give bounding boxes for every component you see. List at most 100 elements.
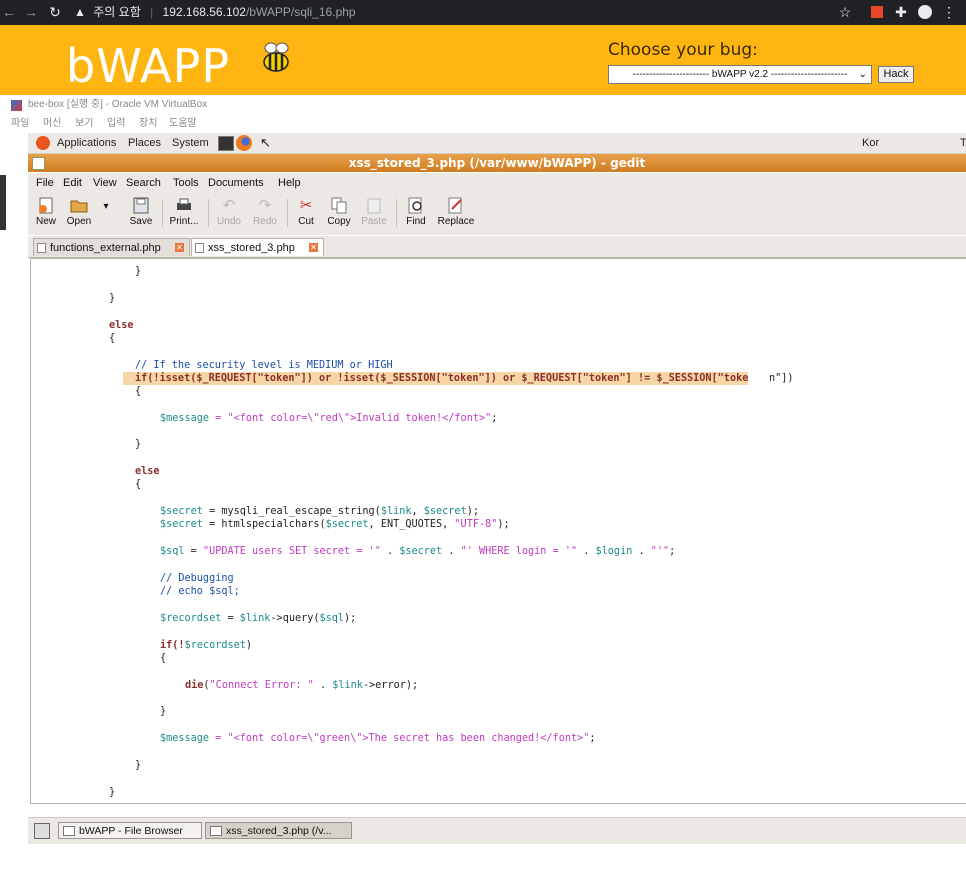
ubuntu-logo-icon[interactable] bbox=[36, 136, 50, 150]
code-editor[interactable]: } } else { // If the security level is M… bbox=[30, 258, 966, 804]
copy-button[interactable]: Copy bbox=[324, 195, 354, 233]
new-button[interactable]: New bbox=[31, 195, 61, 233]
hack-button[interactable]: Hack bbox=[878, 66, 914, 83]
code-text: ); bbox=[497, 519, 510, 530]
tab-label: xss_stored_3.php bbox=[208, 242, 295, 254]
paste-button[interactable]: Paste bbox=[358, 195, 390, 233]
code-line: // echo $sql; bbox=[160, 585, 240, 598]
menu-search[interactable]: Search bbox=[126, 173, 161, 193]
redo-icon: ↷ bbox=[258, 197, 272, 214]
code-var: $secret bbox=[423, 506, 467, 517]
code-line: $sql = "UPDATE users SET secret = '" . $… bbox=[160, 545, 675, 558]
redo-button[interactable]: ↷ Redo bbox=[250, 195, 280, 233]
code-text: . bbox=[577, 546, 596, 557]
vbox-menu-view[interactable]: 보기 bbox=[75, 115, 93, 133]
vbox-menu-devices[interactable]: 장치 bbox=[139, 115, 157, 133]
cut-button[interactable]: ✂ Cut bbox=[292, 195, 320, 233]
code-text: . bbox=[632, 546, 651, 557]
menu-file[interactable]: File bbox=[36, 173, 54, 193]
tab-functions-external[interactable]: functions_external.php ✕ bbox=[33, 238, 190, 256]
menu-help[interactable]: Help bbox=[278, 173, 301, 193]
code-line: $secret = htmlspecialchars($secret, ENT_… bbox=[160, 518, 510, 531]
back-icon[interactable]: ← bbox=[0, 3, 18, 21]
toolbar-separator bbox=[287, 199, 288, 227]
vbox-menu-help[interactable]: 도움말 bbox=[169, 115, 197, 133]
vbox-menu-machine[interactable]: 머신 bbox=[43, 115, 61, 133]
tab-xss-stored-3[interactable]: xss_stored_3.php ✕ bbox=[191, 238, 324, 256]
vbox-menu-input[interactable]: 입력 bbox=[107, 115, 125, 133]
cut-label: Cut bbox=[298, 216, 314, 227]
gedit-title-bar: xss_stored_3.php (/var/www/bWAPP) - gedi… bbox=[28, 154, 966, 172]
undo-button[interactable]: ↶ Undo bbox=[214, 195, 244, 233]
tab-label: functions_external.php bbox=[50, 242, 161, 254]
code-string: "'" bbox=[650, 546, 670, 557]
vbox-menubar: 파일 머신 보기 입력 장치 도움말 bbox=[6, 115, 966, 133]
menu-view[interactable]: View bbox=[93, 173, 117, 193]
firefox-icon[interactable] bbox=[236, 135, 252, 151]
menu-dots-icon[interactable]: ⋮ bbox=[940, 3, 958, 21]
bug-select[interactable]: ----------------------- bWAPP v2.2 -----… bbox=[608, 65, 872, 84]
code-line: { bbox=[135, 478, 141, 491]
taskbar-label: xss_stored_3.php (/v... bbox=[226, 825, 332, 837]
menu-edit[interactable]: Edit bbox=[63, 173, 82, 193]
code-text: } bbox=[135, 266, 142, 277]
code-line: } bbox=[109, 786, 115, 799]
replace-icon bbox=[448, 197, 462, 214]
print-button[interactable]: Print... bbox=[166, 195, 202, 233]
bug-select-value: ----------------------- bWAPP v2.2 -----… bbox=[632, 69, 848, 80]
panel-system[interactable]: System bbox=[172, 133, 209, 153]
code-text: n"]) bbox=[769, 373, 794, 384]
panel-places[interactable]: Places bbox=[128, 133, 161, 153]
open-button[interactable]: Open bbox=[64, 195, 94, 233]
url-path: /bWAPP/sqli_16.php bbox=[245, 5, 356, 19]
document-tabs: functions_external.php ✕ xss_stored_3.ph… bbox=[28, 236, 966, 258]
code-text: { bbox=[109, 333, 116, 344]
vbox-menu-file[interactable]: 파일 bbox=[11, 115, 29, 133]
mouse-cursor-icon: ↖ bbox=[260, 135, 271, 150]
forward-icon[interactable]: → bbox=[22, 3, 40, 21]
find-magnifier-icon bbox=[408, 197, 422, 214]
menu-tools[interactable]: Tools bbox=[173, 173, 199, 193]
copy-label: Copy bbox=[327, 216, 351, 227]
code-var: $login bbox=[595, 546, 633, 557]
code-var: $secret bbox=[160, 506, 203, 517]
address-bar[interactable]: ▲ 주의 요함 | 192.168.56.102/bWAPP/sqli_16.p… bbox=[74, 2, 874, 22]
terminal-icon[interactable] bbox=[218, 136, 234, 151]
open-label: Open bbox=[66, 216, 92, 227]
code-text: = htmlspecialchars( bbox=[202, 519, 326, 530]
code-text: ->query( bbox=[270, 613, 320, 624]
menu-documents[interactable]: Documents bbox=[208, 173, 264, 193]
gedit-app-icon bbox=[32, 157, 45, 170]
reload-icon[interactable]: ↻ bbox=[46, 3, 64, 21]
chevron-down-icon: ⌄ bbox=[858, 69, 867, 80]
new-document-icon bbox=[39, 197, 53, 214]
replace-button[interactable]: Replace bbox=[434, 195, 478, 233]
new-label: New bbox=[35, 216, 56, 227]
extension-red-icon[interactable] bbox=[868, 3, 886, 21]
code-var: $link bbox=[239, 613, 271, 624]
panel-applications[interactable]: Applications bbox=[57, 133, 116, 153]
code-line: // Debugging bbox=[160, 572, 234, 585]
taskbar-gedit[interactable]: xss_stored_3.php (/v... bbox=[205, 822, 352, 839]
code-text: } bbox=[160, 706, 167, 717]
keyboard-layout[interactable]: Kor bbox=[862, 133, 879, 153]
code-text: , ENT_QUOTES, bbox=[368, 519, 455, 530]
close-tab-icon[interactable]: ✕ bbox=[175, 243, 184, 252]
close-tab-icon[interactable]: ✕ bbox=[309, 243, 318, 252]
code-text: if(!isset($_REQUEST["token"]) or !isset(… bbox=[135, 373, 749, 384]
star-icon[interactable]: ☆ bbox=[836, 3, 854, 21]
save-button[interactable]: Save bbox=[126, 195, 156, 233]
puzzle-icon[interactable]: ✚ bbox=[892, 3, 910, 21]
profile-icon[interactable] bbox=[916, 3, 934, 21]
vbox-title-bar: bee-box [실행 중] - Oracle VM VirtualBox bbox=[6, 95, 966, 115]
show-desktop-icon[interactable] bbox=[34, 823, 50, 839]
find-button[interactable]: Find bbox=[402, 195, 430, 233]
code-text: ) bbox=[245, 640, 253, 651]
code-text: { bbox=[135, 386, 142, 397]
code-line: { bbox=[160, 652, 166, 665]
open-recent-dropdown[interactable]: ▾ bbox=[98, 195, 114, 233]
code-var: $message bbox=[160, 413, 210, 424]
panel-clock: T bbox=[960, 137, 966, 149]
code-var: $recordset bbox=[160, 613, 222, 624]
taskbar-file-browser[interactable]: bWAPP - File Browser bbox=[58, 822, 202, 839]
